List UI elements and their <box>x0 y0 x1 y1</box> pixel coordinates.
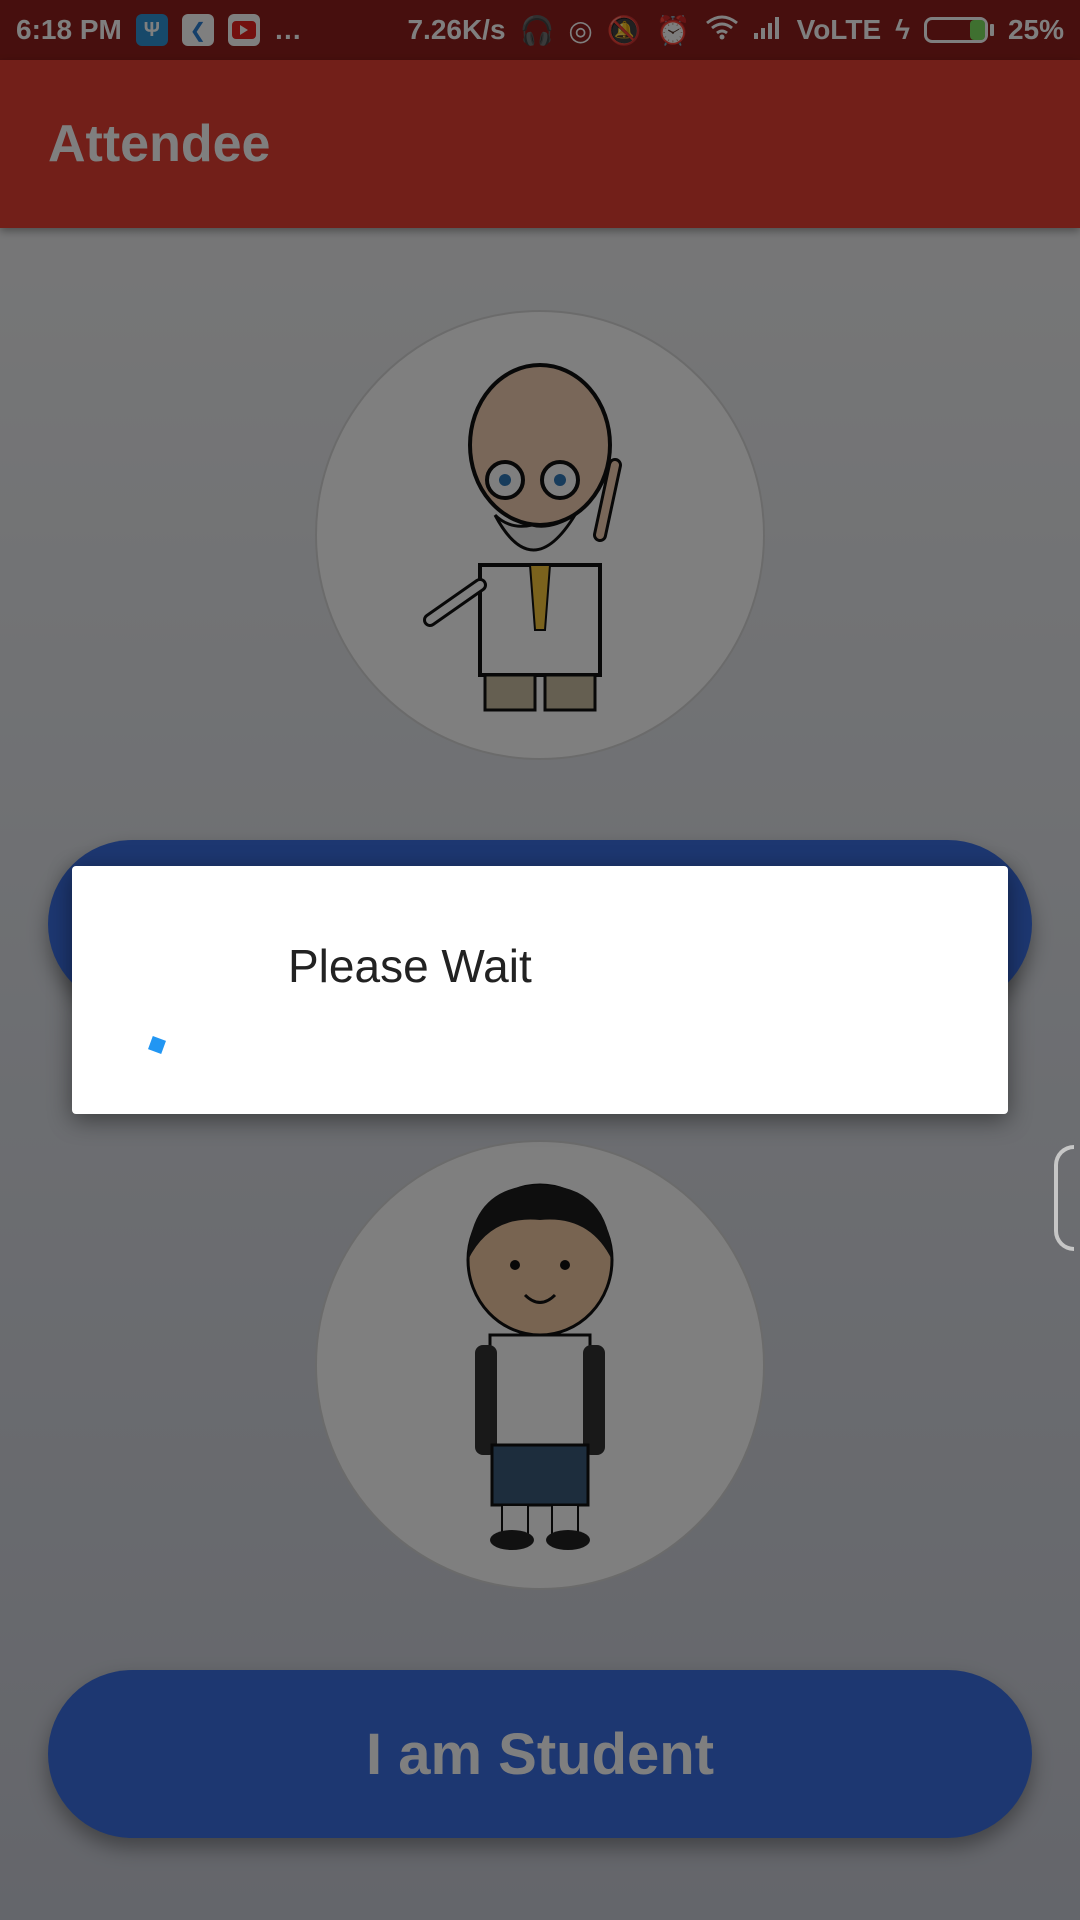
progress-dialog: Please Wait <box>72 866 1008 1114</box>
edge-handle[interactable] <box>1054 1145 1074 1251</box>
loading-spinner-icon <box>148 1036 166 1054</box>
dialog-message: Please Wait <box>288 940 532 992</box>
